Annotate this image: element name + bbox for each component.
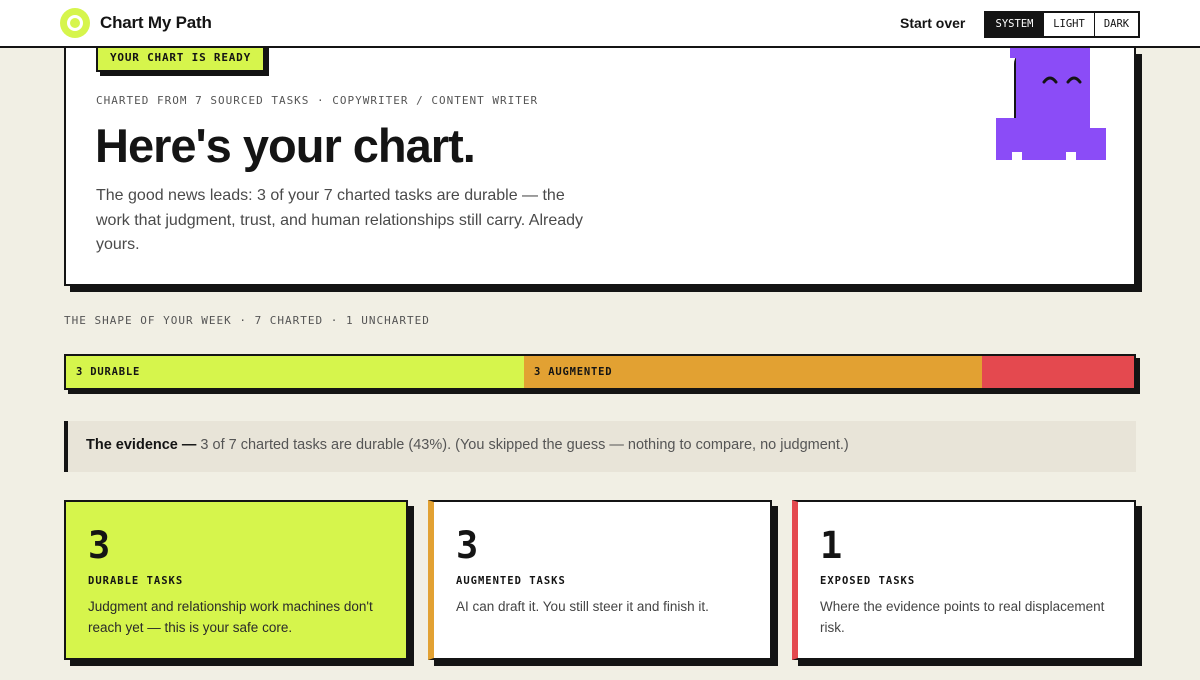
exposed-description: Where the evidence points to real displa… — [820, 599, 1105, 635]
theme-toggle: SYSTEM LIGHT DARK — [984, 11, 1140, 38]
page-title: Here's your chart. — [95, 119, 476, 172]
augmented-description: AI can draft it. You still steer it and … — [456, 599, 709, 614]
logo-icon[interactable] — [60, 8, 90, 38]
durable-tasks-card[interactable]: 3 DURABLE TASKS Judgment and relationshi… — [64, 500, 408, 660]
evidence-lead: The evidence — — [86, 437, 197, 453]
durable-count: 3 — [88, 524, 111, 567]
exposed-count: 1 — [820, 524, 843, 567]
theme-system-button[interactable]: SYSTEM — [986, 13, 1044, 36]
result-hero-card: YOUR CHART IS READY CHARTED FROM 7 SOURC… — [64, 44, 1136, 286]
start-over-button[interactable]: Start over — [900, 15, 965, 31]
brand-name[interactable]: Chart My Path — [100, 13, 212, 33]
augmented-title: AUGMENTED TASKS — [456, 575, 566, 587]
top-nav: Chart My Path Start over SYSTEM LIGHT DA… — [0, 0, 1200, 48]
augmented-segment: 3 AUGMENTED — [524, 356, 982, 388]
evidence-text: 3 of 7 charted tasks are durable (43%). … — [196, 437, 849, 453]
hero-summary: The good news leads: 3 of your 7 charted… — [96, 187, 584, 253]
augmented-tasks-card[interactable]: 3 AUGMENTED TASKS AI can draft it. You s… — [428, 500, 772, 660]
augmented-count: 3 — [456, 524, 479, 567]
durable-segment: 3 DURABLE — [66, 356, 524, 388]
chart-source-meta: CHARTED FROM 7 SOURCED TASKS · COPYWRITE… — [96, 94, 539, 107]
exposed-title: EXPOSED TASKS — [820, 575, 916, 587]
chart-ready-badge: YOUR CHART IS READY — [96, 44, 266, 72]
durable-description: Judgment and relationship work machines … — [88, 599, 373, 635]
week-shape-label: THE SHAPE OF YOUR WEEK · 7 CHARTED · 1 U… — [64, 314, 430, 327]
exposed-segment — [982, 356, 1134, 388]
evidence-callout: The evidence — 3 of 7 charted tasks are … — [64, 421, 1136, 472]
ghost-mascot-icon — [996, 48, 1106, 160]
exposed-tasks-card[interactable]: 1 EXPOSED TASKS Where the evidence point… — [792, 500, 1136, 660]
theme-light-button[interactable]: LIGHT — [1044, 13, 1095, 36]
theme-dark-button[interactable]: DARK — [1095, 13, 1138, 36]
durable-title: DURABLE TASKS — [88, 575, 184, 587]
week-distribution-bar: 3 DURABLE 3 AUGMENTED — [64, 354, 1136, 390]
